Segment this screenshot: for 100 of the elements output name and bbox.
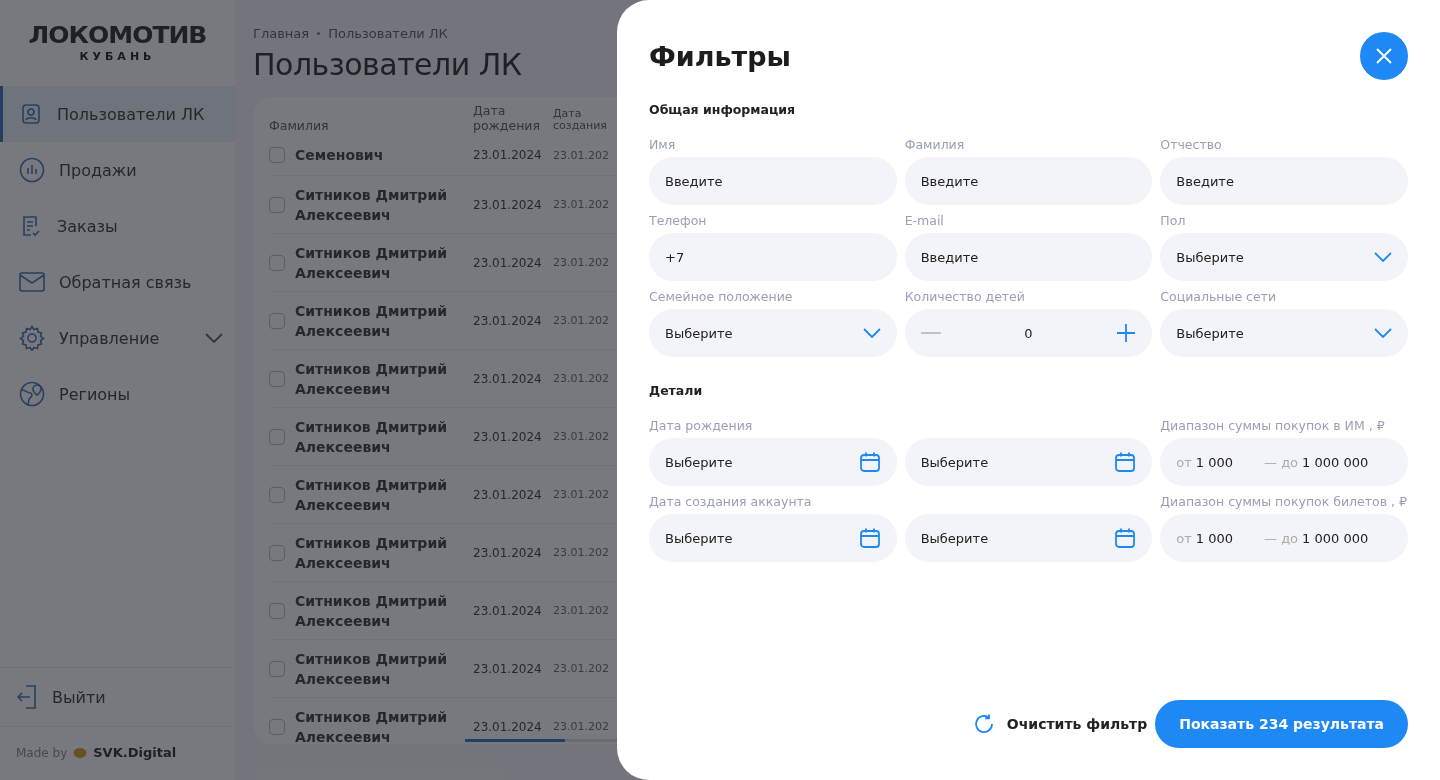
range-field[interactable]: от 1 000 — до 1 000 000 bbox=[1160, 514, 1408, 562]
plus-button[interactable] bbox=[1116, 323, 1137, 343]
input-field[interactable]: Введите bbox=[1160, 157, 1408, 205]
field-label: Семейное положение bbox=[649, 289, 794, 305]
user-card-icon bbox=[19, 102, 43, 126]
select-field[interactable]: Выберите bbox=[1160, 309, 1408, 357]
from-label: от bbox=[1176, 454, 1192, 470]
section-title: Детали bbox=[649, 383, 704, 398]
brand-leaf-icon bbox=[73, 746, 88, 759]
page-title: Пользователи ЛК bbox=[253, 47, 522, 83]
table-cell-text: Семенович bbox=[295, 146, 385, 165]
to-value[interactable]: 1 000 000 bbox=[1302, 530, 1369, 546]
settings-icon bbox=[19, 325, 45, 351]
table-cell-text: 23.01.2024 bbox=[473, 255, 543, 270]
select-field[interactable]: Выберите bbox=[1160, 233, 1408, 281]
table-cell-text: 23.01.2024 bbox=[473, 661, 543, 676]
show-results-button[interactable]: Показать 234 результата bbox=[1155, 700, 1408, 748]
table-cell-text: 23.01.202 bbox=[553, 148, 610, 162]
stepper-field[interactable]: 0 bbox=[904, 309, 1153, 357]
table-cell-text: Ситников Дмитрий Алексеевич bbox=[295, 185, 448, 225]
field-label: Количество детей bbox=[904, 289, 1026, 305]
table-cell-text: 23.01.2024 bbox=[473, 313, 543, 328]
row-checkbox[interactable] bbox=[269, 602, 285, 619]
table-cell-text: 23.01.202 bbox=[553, 488, 610, 501]
close-icon bbox=[1376, 48, 1392, 64]
field-label: Отчество bbox=[1160, 137, 1223, 153]
date-field[interactable]: Выберите bbox=[904, 438, 1153, 486]
input-field[interactable]: Введите bbox=[904, 157, 1153, 205]
table-cell-text: 23.01.202 bbox=[553, 256, 610, 269]
modal-title: Фильтры bbox=[649, 42, 791, 70]
calendar-icon bbox=[1114, 527, 1137, 549]
row-checkbox[interactable] bbox=[269, 370, 285, 387]
plus-icon bbox=[1116, 323, 1137, 343]
field-label: E-mail bbox=[904, 213, 945, 229]
select-field[interactable]: Выберите bbox=[649, 309, 897, 357]
row-checkbox[interactable] bbox=[269, 428, 285, 445]
table-cell-text: Ситников Дмитрий Алексеевич bbox=[295, 649, 448, 689]
table-cell-text: Ситников Дмитрий Алексеевич bbox=[295, 359, 448, 399]
row-checkbox[interactable] bbox=[269, 254, 285, 271]
range-field[interactable]: от 1 000 — до 1 000 000 bbox=[1160, 438, 1408, 486]
table-cell-text: 23.01.2024 bbox=[473, 719, 543, 734]
chevron-down-icon bbox=[1374, 328, 1392, 338]
logo-title: ЛОКОМОТИВ bbox=[28, 22, 207, 47]
field-label: Пол bbox=[1160, 213, 1187, 229]
to-value[interactable]: 1 000 000 bbox=[1302, 454, 1369, 470]
row-checkbox[interactable] bbox=[269, 196, 285, 213]
field-label: Имя bbox=[649, 137, 677, 153]
table-cell-text: 23.01.202 bbox=[553, 372, 610, 385]
minus-icon bbox=[920, 332, 941, 334]
field-label: Диапазон суммы покупок в ИМ , ₽ bbox=[1160, 418, 1386, 434]
table-cell-text: 23.01.2024 bbox=[473, 487, 543, 502]
chevron-down-icon bbox=[862, 328, 881, 338]
row-checkbox[interactable] bbox=[269, 486, 285, 503]
table-cell-text: Ситников Дмитрий Алексеевич bbox=[295, 301, 448, 341]
date-field[interactable]: Выберите bbox=[649, 514, 897, 562]
table-cell-text: 23.01.202 bbox=[553, 314, 610, 327]
table-cell-text: 23.01.2024 bbox=[473, 603, 543, 618]
field-label: Телефон bbox=[649, 213, 708, 229]
stepper-value: 0 bbox=[1023, 325, 1034, 341]
table-cell-text: Ситников Дмитрий Алексеевич bbox=[295, 475, 448, 515]
date-field[interactable]: Выберите bbox=[904, 514, 1153, 562]
field-label: Фамилия bbox=[904, 137, 966, 153]
calendar-icon bbox=[1114, 451, 1137, 473]
row-checkbox[interactable] bbox=[269, 544, 285, 561]
from-value[interactable]: 1 000 bbox=[1195, 530, 1234, 546]
clear-filter-button[interactable]: Очистить фильтр bbox=[972, 713, 1148, 735]
input-field[interactable]: Введите bbox=[904, 233, 1153, 281]
row-checkbox[interactable] bbox=[269, 718, 285, 735]
to-label: — до bbox=[1264, 454, 1299, 470]
mail-icon bbox=[19, 271, 45, 293]
brand-link[interactable]: SVK.Digital bbox=[93, 745, 177, 760]
table-cell-text: Ситников Дмитрий Алексеевич bbox=[295, 417, 448, 457]
refresh-icon bbox=[972, 713, 995, 735]
date-field[interactable]: Выберите bbox=[649, 438, 897, 486]
calendar-icon bbox=[858, 527, 881, 549]
row-checkbox[interactable] bbox=[269, 660, 285, 677]
from-value[interactable]: 1 000 bbox=[1195, 454, 1234, 470]
column-header: Фамилия bbox=[269, 118, 330, 133]
input-field[interactable]: +7 bbox=[649, 233, 897, 281]
table-cell-text: 23.01.202 bbox=[553, 604, 610, 617]
table-cell-text: 23.01.2024 bbox=[473, 545, 543, 560]
globe-pin-icon bbox=[19, 381, 45, 407]
calendar-icon bbox=[858, 451, 881, 473]
table-cell-text: 23.01.202 bbox=[553, 662, 610, 675]
row-checkbox[interactable] bbox=[269, 312, 285, 329]
table-cell-text: 23.01.202 bbox=[553, 546, 610, 559]
logo-subtitle: КУБАНЬ bbox=[79, 51, 156, 62]
table-cell-text: 23.01.202 bbox=[553, 198, 610, 211]
table-cell-text: 23.01.2024 bbox=[473, 148, 543, 162]
table-cell-text: Ситников Дмитрий Алексеевич bbox=[295, 707, 448, 744]
close-button[interactable] bbox=[1360, 32, 1408, 80]
table-cell-text: 23.01.2024 bbox=[473, 371, 543, 386]
chart-circle-icon bbox=[19, 157, 45, 183]
row-checkbox[interactable] bbox=[269, 147, 285, 163]
input-field[interactable]: Введите bbox=[649, 157, 897, 205]
field-label: Дата создания аккаунта bbox=[649, 494, 813, 510]
minus-button[interactable] bbox=[920, 332, 941, 334]
logout-icon bbox=[16, 684, 38, 710]
to-label: — до bbox=[1264, 530, 1299, 546]
table-cell-text: 23.01.2024 bbox=[473, 197, 543, 212]
